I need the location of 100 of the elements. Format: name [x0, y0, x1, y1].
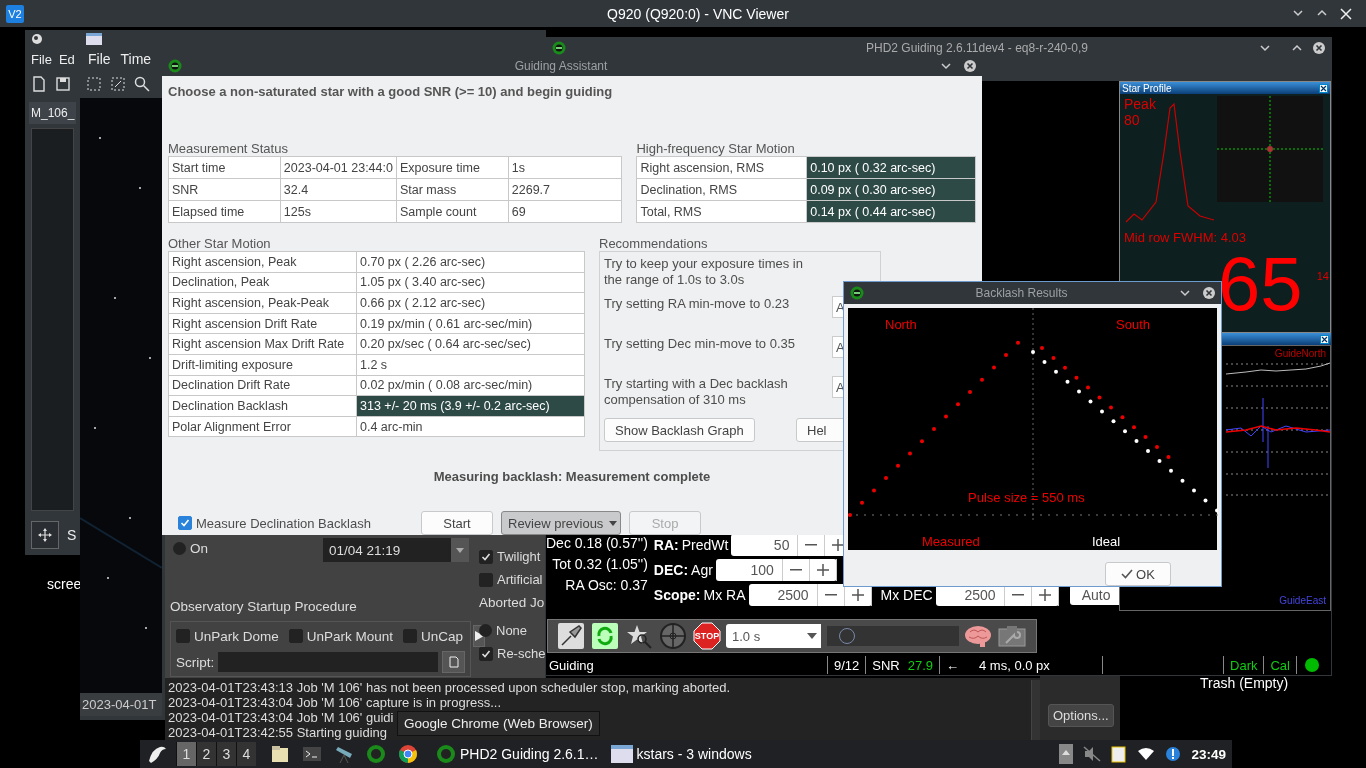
minus-icon[interactable]	[1011, 593, 1024, 596]
menu-item[interactable]: File	[31, 51, 52, 67]
workspace-button[interactable]: 1	[176, 742, 196, 766]
minimize-icon[interactable]	[1259, 42, 1271, 53]
peak-label: Peak	[1124, 96, 1156, 112]
maximize-icon[interactable]	[1316, 7, 1328, 18]
file-icon	[448, 656, 459, 668]
crosshair-icon[interactable]	[659, 622, 687, 650]
document-tab[interactable]: M_106_	[29, 102, 76, 124]
camera-wrench-icon[interactable]	[998, 625, 1026, 647]
maximize-icon[interactable]	[1291, 42, 1303, 53]
calibration-status: Cal	[1270, 657, 1290, 673]
date-field[interactable]: 01/04 21:19	[323, 538, 469, 562]
plus-icon[interactable]	[851, 588, 864, 601]
number-field[interactable]: 100	[715, 558, 837, 581]
close-icon[interactable]	[1313, 41, 1325, 54]
checkbox[interactable]	[178, 516, 192, 530]
value-cell: 0.4 arc-min	[356, 416, 585, 437]
checkbox[interactable]	[288, 629, 303, 643]
menu-item[interactable]: File	[88, 51, 111, 67]
workspace-button[interactable]: 2	[196, 742, 216, 766]
field-label: Script:	[176, 654, 215, 670]
label-cell: Declination Drift Rate	[168, 375, 357, 396]
loop-icon[interactable]	[591, 622, 619, 650]
close-icon[interactable]	[1203, 286, 1215, 299]
checkbox-label: UnPark Mount	[306, 628, 394, 644]
dropdown-button[interactable]: Review previous	[501, 511, 621, 535]
checkbox[interactable]	[403, 629, 418, 643]
label-cell: Declination, RMS	[637, 178, 807, 201]
plus-icon[interactable]	[1038, 588, 1051, 601]
browser-icon[interactable]	[398, 744, 418, 764]
dialog-button[interactable]: Start	[421, 511, 493, 535]
radio-label: On	[190, 541, 208, 556]
number-field[interactable]: 2500	[748, 583, 872, 606]
minimize-icon[interactable]	[940, 61, 952, 71]
ok-button[interactable]: OK	[1105, 562, 1171, 586]
move-icon	[38, 528, 52, 542]
taskbar-task[interactable]: kstars - 3 windows	[604, 741, 758, 767]
script-field[interactable]	[218, 652, 438, 672]
log-line: 2023-04-01T23:42:55 Starting guiding	[168, 725, 387, 740]
browse-button[interactable]	[442, 651, 465, 673]
cable-icon[interactable]	[557, 622, 585, 650]
label-cell: SNR	[168, 178, 281, 201]
legend-label: Measured	[922, 533, 980, 549]
group-title: High-frequency Star Motion	[636, 141, 796, 156]
radio-button[interactable]	[479, 624, 492, 637]
wifi-icon[interactable]	[1137, 747, 1156, 761]
mute-icon[interactable]	[1083, 746, 1102, 762]
checkbox[interactable]	[176, 629, 190, 643]
minus-icon[interactable]	[805, 543, 818, 546]
scrollbar[interactable]	[1031, 680, 1040, 740]
save-icon[interactable]	[55, 76, 71, 92]
close-icon[interactable]	[1319, 83, 1328, 93]
value-cell: 0.19 px/min ( 0.61 arc-sec/min)	[356, 313, 585, 334]
expand-tray-icon[interactable]	[1059, 744, 1074, 764]
checkbox[interactable]	[479, 572, 493, 587]
minus-icon[interactable]	[789, 568, 802, 571]
stop-button[interactable]: STOP	[692, 621, 722, 651]
plus-icon[interactable]	[832, 538, 845, 551]
clipboard-icon[interactable]	[1111, 745, 1128, 763]
zoom-fit-icon[interactable]	[86, 76, 102, 92]
search-icon[interactable]	[134, 76, 150, 92]
move-button[interactable]	[31, 521, 59, 549]
zoom-icon[interactable]	[110, 76, 126, 92]
checkbox[interactable]	[479, 549, 493, 564]
axis-label: GuideEast	[1279, 595, 1326, 606]
exposure-dropdown[interactable]: 1.0 s	[726, 624, 821, 648]
close-icon[interactable]	[964, 60, 976, 72]
menu-item[interactable]: Time	[120, 51, 152, 67]
terminal-icon[interactable]	[302, 744, 322, 764]
plus-icon[interactable]	[816, 563, 829, 576]
radio-button[interactable]	[173, 542, 186, 555]
param-group: Scope:	[653, 586, 701, 603]
file-manager-icon[interactable]	[270, 744, 290, 764]
minimize-icon[interactable]	[1292, 7, 1304, 18]
gamma-slider[interactable]	[827, 626, 959, 646]
label-cell: Drift-limiting exposure	[168, 354, 357, 376]
menu-item[interactable]: Ed	[58, 51, 75, 67]
dialog-button[interactable]: Show Backlash Graph	[604, 418, 755, 442]
minimize-icon[interactable]	[1179, 287, 1191, 298]
workspace-button[interactable]: 4	[236, 742, 256, 766]
taskbar-task[interactable]: PHD2 Guiding 2.6.1…	[430, 741, 605, 767]
workspace-button[interactable]: 3	[216, 742, 236, 766]
caret-icon	[807, 633, 817, 639]
checkbox[interactable]	[479, 646, 493, 661]
new-document-icon[interactable]	[31, 76, 47, 92]
window-title: Q920 (Q920:0) - VNC Viewer	[606, 5, 790, 22]
param-label: Mx RA	[703, 586, 746, 603]
minus-icon[interactable]	[824, 593, 837, 596]
telescope-icon[interactable]	[334, 744, 354, 764]
close-icon[interactable]	[1320, 334, 1329, 344]
notification-icon[interactable]	[1165, 746, 1182, 762]
brain-icon[interactable]	[964, 624, 992, 648]
value-cell: 0.09 px ( 0.30 arc-sec)	[806, 178, 976, 201]
checkbox-label: Measure Declination Backlash	[196, 515, 371, 531]
status-dot	[1305, 658, 1319, 672]
checkmark-icon	[1121, 569, 1134, 579]
clock: 23:49	[1191, 746, 1226, 762]
target-icon[interactable]	[366, 744, 386, 764]
options-button[interactable]: Options...	[1048, 704, 1114, 727]
